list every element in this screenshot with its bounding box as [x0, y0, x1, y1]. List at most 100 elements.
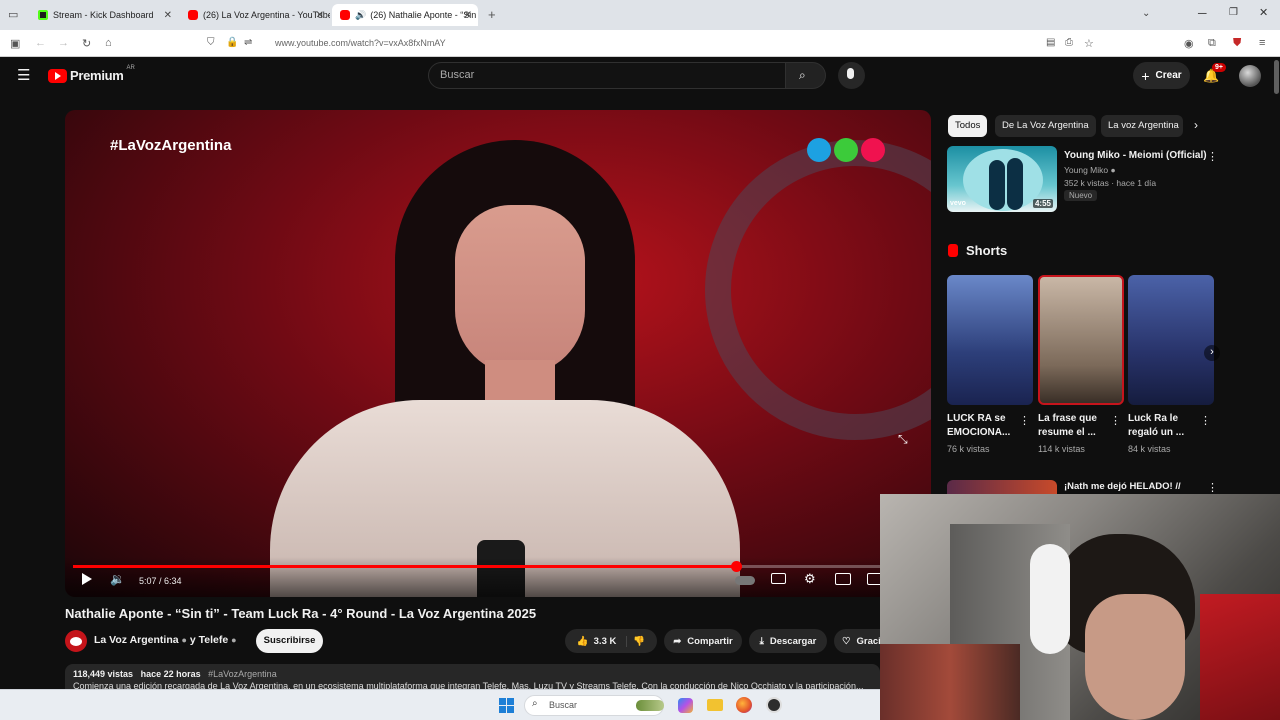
short-title[interactable]: LUCK RA se EMOCIONA... — [947, 412, 1019, 440]
download-button[interactable]: ⤓ Descargar — [749, 629, 827, 653]
close-tab-icon[interactable]: ✕ — [316, 10, 324, 21]
settings-gear-icon[interactable]: ⚙ — [804, 571, 816, 587]
play-icon[interactable] — [82, 573, 92, 585]
chip-de-la-voz-argentina[interactable]: De La Voz Argentina — [995, 115, 1096, 137]
bookmark-star-icon[interactable]: ☆ — [1084, 37, 1094, 50]
firefox-icon[interactable] — [736, 697, 752, 713]
thumbs-down-icon[interactable]: 👎 — [633, 636, 645, 647]
short-thumbnail[interactable] — [1128, 275, 1214, 405]
subtitles-icon[interactable] — [771, 573, 786, 584]
channel-name-secondary[interactable]: y Telefe — [190, 634, 228, 646]
close-tab-icon[interactable]: ✕ — [464, 10, 472, 21]
video-title: Nathalie Aponte - “Sin ti” - Team Luck R… — [65, 606, 537, 621]
search-button[interactable]: ⌕ — [786, 62, 826, 89]
channel-name-primary[interactable]: La Voz Argentina — [94, 634, 179, 646]
subscribe-button[interactable]: Suscribirse — [256, 629, 323, 653]
sidebar-toggle-icon[interactable]: ▣ — [10, 37, 20, 50]
voice-search-button[interactable] — [838, 62, 865, 89]
like-button[interactable]: 👍 3.3 K — [577, 635, 628, 647]
progress-scrubber[interactable] — [731, 561, 742, 572]
next-recommended-thumbnail[interactable] — [947, 480, 1057, 494]
player-controls — [65, 557, 931, 597]
kick-icon — [38, 10, 48, 20]
webcam-red-clothing — [1200, 594, 1280, 720]
restore-window-icon[interactable]: ❐ — [1229, 7, 1238, 18]
chip-la-voz-argentina[interactable]: La voz Argentina — [1101, 115, 1183, 137]
browser-menu-icon[interactable]: ≡ — [1259, 37, 1265, 49]
windows-start-icon[interactable] — [499, 698, 514, 713]
permissions-icon[interactable]: ⇌ — [244, 37, 252, 48]
recommended-thumbnail[interactable]: vevo 4:55 — [947, 146, 1057, 212]
recommended-channel[interactable]: Young Miko ● — [1064, 165, 1116, 175]
account-icon[interactable]: ◉ — [1184, 37, 1194, 50]
short-thumbnail[interactable] — [947, 275, 1033, 405]
tab-la-voz-youtube[interactable]: (26) La Voz Argentina - YouTube ✕ — [180, 4, 330, 26]
close-tab-icon[interactable]: ✕ — [164, 10, 172, 21]
search-input[interactable]: Buscar — [428, 62, 786, 89]
description-hashtag[interactable]: #LaVozArgentina — [208, 669, 277, 679]
back-icon[interactable]: ← — [35, 37, 46, 49]
tab-nathalie-aponte[interactable]: 🔊 (26) Nathalie Aponte - “Sin ✕ — [332, 4, 478, 26]
share-icon: ➦ — [673, 635, 682, 647]
video-player[interactable]: #LaVozArgentina ⤡ 🔉 5:07 / 6:34 ⚙ — [65, 110, 931, 597]
copilot-icon[interactable] — [678, 698, 693, 713]
progress-bar[interactable] — [73, 561, 923, 572]
next-recommended-title[interactable]: ¡Nath me dejó HELADO! // — [1064, 481, 1181, 492]
youtube-premium-logo[interactable]: Premium AR — [48, 65, 135, 83]
avatar[interactable] — [1239, 65, 1261, 87]
recommended-title[interactable]: Young Miko - Meiomi (Official) — [1064, 150, 1207, 161]
channel-avatar[interactable] — [65, 630, 87, 652]
screenshot-icon[interactable]: ▤ — [1046, 37, 1055, 48]
new-tab-icon[interactable]: + — [488, 7, 496, 22]
obs-icon[interactable] — [766, 697, 782, 713]
tab-label: (26) Nathalie Aponte - “Sin — [370, 10, 477, 20]
hamburger-menu-icon[interactable]: ☰ — [17, 66, 30, 84]
chips-next-chevron-icon[interactable]: › — [1194, 118, 1198, 132]
short-thumbnail[interactable] — [1038, 275, 1124, 405]
thanks-button[interactable]: ♡ Graci — [834, 629, 880, 653]
miniplayer-icon[interactable] — [835, 573, 851, 585]
browser-tab-bar: ▭ Stream - Kick Dashboard ✕ (26) La Voz … — [0, 0, 1280, 30]
more-options-icon[interactable]: ⋮ — [1110, 414, 1121, 427]
volume-icon[interactable]: 🔉 — [110, 572, 125, 586]
fullscreen-corner-icon[interactable]: ⤡ — [898, 432, 908, 447]
more-options-icon[interactable]: ⋮ — [1207, 481, 1218, 494]
tab-list-icon[interactable]: ▭ — [8, 8, 18, 21]
extensions-icon[interactable]: ⧉ — [1208, 37, 1216, 50]
tab-kick-dashboard[interactable]: Stream - Kick Dashboard ✕ — [30, 4, 178, 26]
verified-icon: ● — [181, 635, 187, 645]
home-icon[interactable]: ⌂ — [105, 37, 112, 49]
short-title[interactable]: Luck Ra le regaló un ... — [1128, 412, 1200, 440]
telefe-logo-dot-green — [834, 138, 858, 162]
like-dislike-group: 👍 3.3 K 👎 — [565, 629, 657, 653]
channel-name[interactable]: La Voz Argentina ● y Telefe ● — [94, 634, 237, 646]
more-options-icon[interactable]: ⋮ — [1207, 150, 1218, 163]
notifications-button[interactable]: 🔔 9+ — [1203, 63, 1226, 85]
create-button[interactable]: + Crear — [1133, 62, 1190, 89]
close-window-icon[interactable]: ✕ — [1259, 6, 1268, 19]
minimize-window-icon[interactable]: ─ — [1198, 6, 1207, 20]
more-options-icon[interactable]: ⋮ — [1019, 414, 1030, 427]
reload-icon[interactable]: ↻ — [82, 37, 91, 50]
shorts-next-chevron-icon[interactable]: › — [1204, 345, 1220, 361]
recommended-channel-name: Young Miko — [1064, 165, 1109, 175]
shorts-heading-label: Shorts — [966, 243, 1008, 258]
shield-icon[interactable]: ⛉ — [207, 37, 215, 48]
share-button[interactable]: ➦ Compartir — [664, 629, 742, 653]
extension-badge-icon[interactable]: ⛊ — [1233, 37, 1241, 50]
chip-todos[interactable]: Todos — [948, 115, 988, 137]
tab-overflow-chevron-icon[interactable]: ⌄ — [1142, 8, 1150, 19]
file-explorer-icon[interactable] — [707, 699, 723, 711]
speaker-icon[interactable]: 🔊 — [355, 10, 366, 21]
lock-icon[interactable]: 🔒 — [226, 37, 238, 48]
description-meta: 118,449 vistas hace 22 horas #LaVozArgen… — [73, 669, 872, 679]
short-title[interactable]: La frase que resume el ... — [1038, 412, 1110, 440]
search-highlight-icon[interactable] — [636, 700, 664, 711]
url-field[interactable]: www.youtube.com/watch?v=vxAx8fxNmAY — [275, 38, 446, 48]
save-page-icon[interactable]: ⎙ — [1065, 37, 1073, 48]
more-options-icon[interactable]: ⋮ — [1200, 414, 1211, 427]
page-scrollbar[interactable] — [1274, 60, 1279, 94]
share-label: Compartir — [687, 635, 733, 647]
forward-icon[interactable]: → — [58, 37, 69, 49]
autoplay-toggle[interactable] — [735, 576, 755, 585]
